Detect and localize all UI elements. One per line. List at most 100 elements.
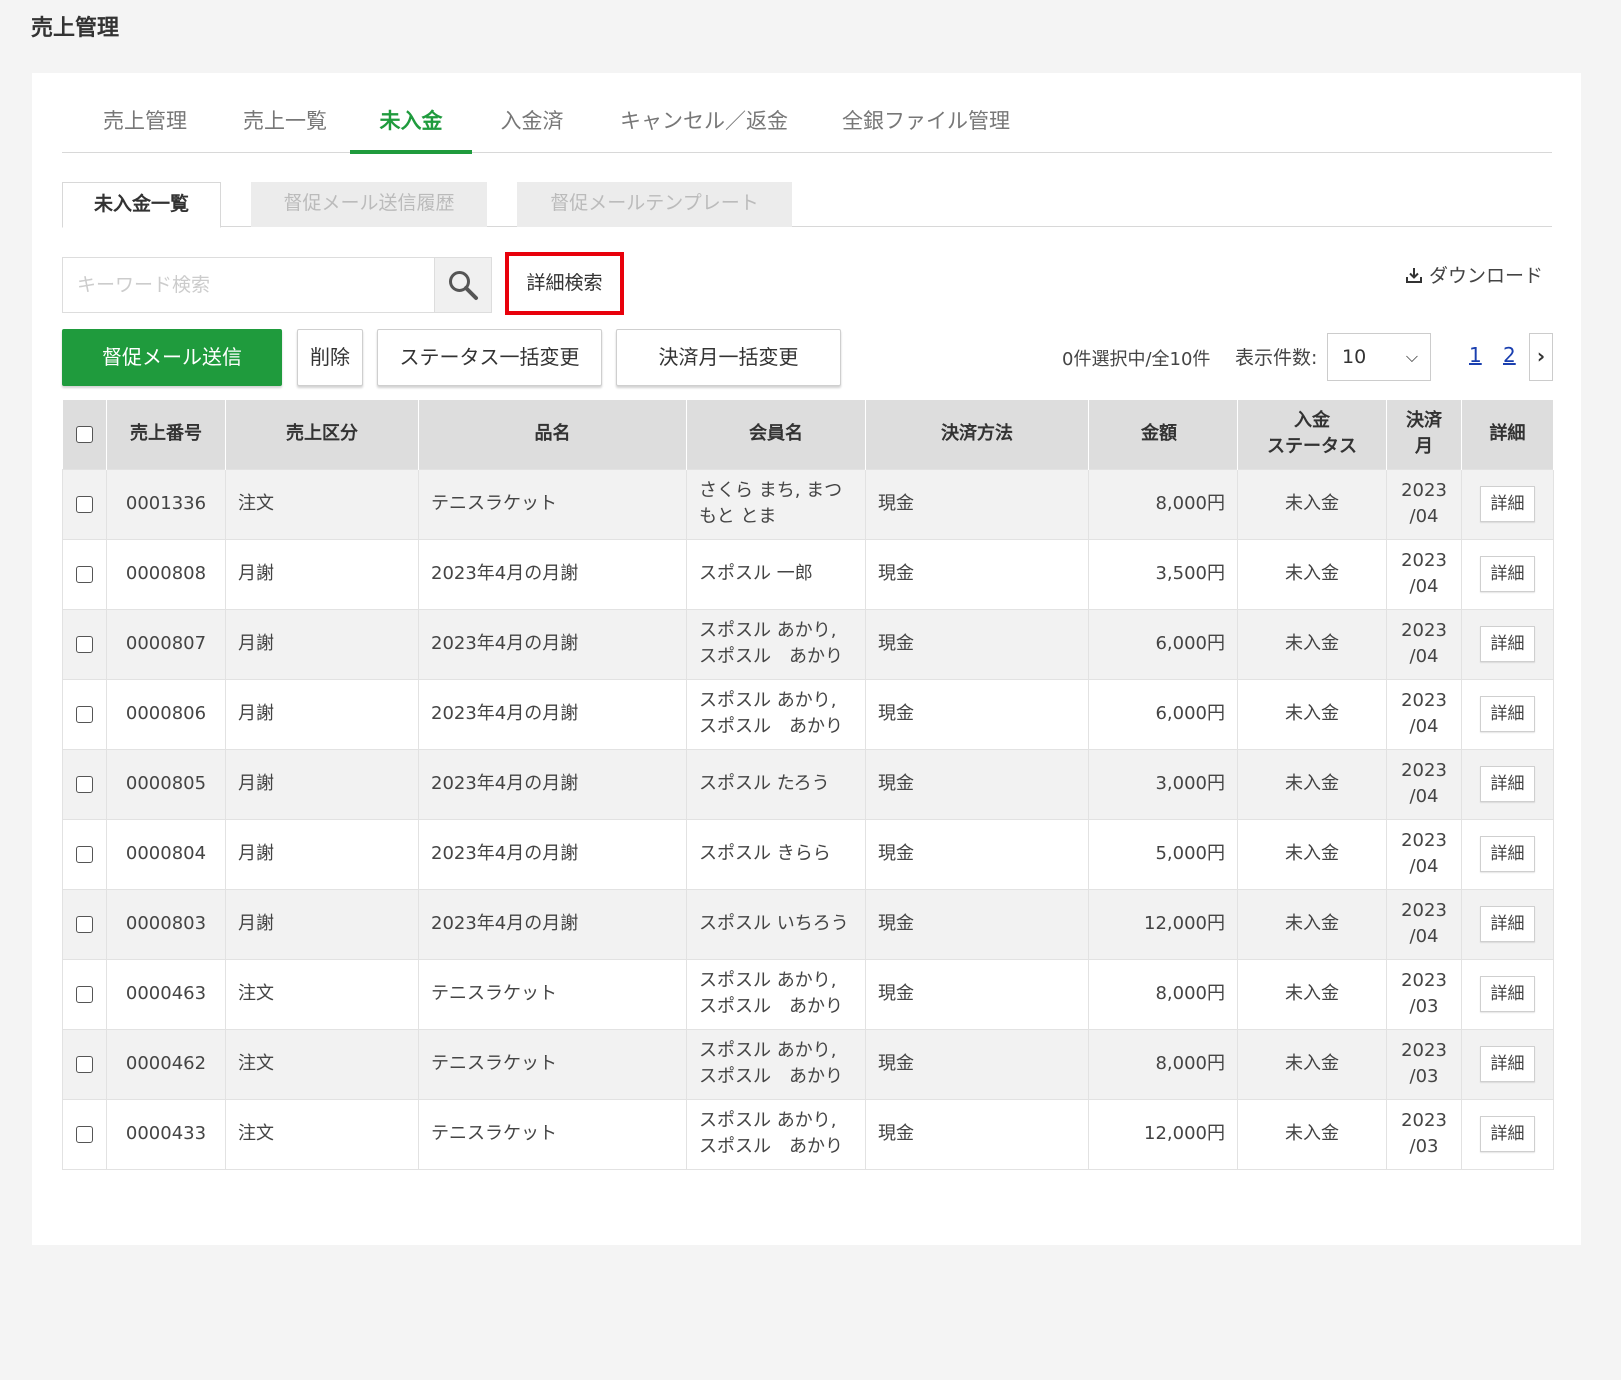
- next-page-button[interactable]: ›: [1529, 333, 1553, 381]
- row-checkbox[interactable]: [76, 705, 93, 723]
- select-all-cell: [62, 400, 107, 469]
- row-checkbox[interactable]: [76, 495, 93, 513]
- page-link-2[interactable]: 2: [1503, 343, 1516, 367]
- header-status[interactable]: 入金 ステータス: [1237, 400, 1387, 469]
- main-panel: 売上管理 売上一覧 未入金 入金済 キャンセル／返金 全銀ファイル管理 未入金一…: [32, 73, 1581, 1245]
- member-cell[interactable]: スポスル たろう: [686, 748, 866, 820]
- row-checkbox[interactable]: [76, 985, 93, 1003]
- tab-sales-list[interactable]: 売上一覧: [230, 109, 340, 153]
- member-name-line1[interactable]: スポスル 一郎: [699, 563, 813, 584]
- header-sales-no[interactable]: 売上番号: [106, 400, 226, 469]
- row-checkbox[interactable]: [76, 845, 93, 863]
- amount-cell: 6,000円: [1088, 608, 1238, 680]
- item-cell: 2023年4月の月謝: [418, 538, 687, 610]
- detail-cell: 詳細: [1461, 818, 1554, 890]
- per-page-select[interactable]: 10 ⌵: [1327, 333, 1431, 381]
- member-name-line1[interactable]: スポスル あかり,: [699, 690, 836, 711]
- delete-button[interactable]: 削除: [297, 329, 363, 386]
- category-cell: 月謝: [225, 678, 419, 750]
- table-row: 0001336 注文 テニスラケット さくら まち, まつ もと とま 現金 8,000円未…: [62, 468, 1554, 540]
- header-category[interactable]: 売上区分: [225, 400, 419, 469]
- month-cell: 2023/04: [1386, 468, 1462, 540]
- member-cell[interactable]: スポスル あかり, スポスル あかり: [686, 678, 866, 750]
- tab-paid[interactable]: 入金済: [492, 109, 572, 153]
- advanced-search-button[interactable]: 詳細検索: [505, 252, 624, 315]
- month-year: 2023: [1401, 620, 1447, 641]
- row-checkbox[interactable]: [76, 1125, 93, 1143]
- member-name-line2[interactable]: スポスル あかり: [699, 716, 843, 737]
- detail-button[interactable]: 詳細: [1480, 836, 1535, 872]
- bulk-month-change-button[interactable]: 決済月一括変更: [616, 329, 841, 386]
- subtab-reminder-template[interactable]: 督促メールテンプレート: [517, 182, 792, 227]
- tab-cancel-refund[interactable]: キャンセル／返金: [614, 109, 794, 153]
- month-month: /03: [1409, 1136, 1439, 1157]
- header-month-line2: 月: [1415, 436, 1433, 458]
- member-name-line2[interactable]: スポスル あかり: [699, 1066, 843, 1087]
- amount-cell: 8,000円: [1088, 958, 1238, 1030]
- detail-button[interactable]: 詳細: [1480, 1046, 1535, 1082]
- member-name-line1[interactable]: スポスル いちろう: [699, 913, 849, 934]
- header-month[interactable]: 決済月: [1386, 400, 1462, 469]
- row-checkbox[interactable]: [76, 635, 93, 653]
- member-name-line1[interactable]: スポスル あかり,: [699, 1110, 836, 1131]
- member-name-line2[interactable]: もと とま: [699, 506, 776, 527]
- member-name-line2[interactable]: スポスル あかり: [699, 646, 843, 667]
- detail-button[interactable]: 詳細: [1480, 556, 1535, 592]
- member-cell[interactable]: さくら まち, まつ もと とま: [686, 468, 866, 540]
- row-select-cell: [62, 1098, 107, 1170]
- row-checkbox[interactable]: [76, 565, 93, 583]
- payment-cell: 現金: [865, 1028, 1089, 1100]
- member-name-line1[interactable]: スポスル あかり,: [699, 1040, 836, 1061]
- member-cell[interactable]: スポスル あかり, スポスル あかり: [686, 1028, 866, 1100]
- member-name-line1[interactable]: さくら まち, まつ: [699, 480, 842, 501]
- detail-button[interactable]: 詳細: [1480, 766, 1535, 802]
- send-reminder-button[interactable]: 督促メール送信: [62, 329, 282, 386]
- header-item[interactable]: 品名: [418, 400, 687, 469]
- member-cell[interactable]: スポスル あかり, スポスル あかり: [686, 958, 866, 1030]
- member-name-line1[interactable]: スポスル あかり,: [699, 970, 836, 991]
- select-all-checkbox[interactable]: [75, 425, 93, 443]
- member-name-line2[interactable]: スポスル あかり: [699, 996, 843, 1017]
- member-cell[interactable]: スポスル あかり, スポスル あかり: [686, 1098, 866, 1170]
- header-payment[interactable]: 決済方法: [865, 400, 1089, 469]
- table-row: 0000804 月謝 2023年4月の月謝 スポスル きらら 現金 5,000円 未入金 20…: [62, 818, 1554, 890]
- row-checkbox[interactable]: [76, 915, 93, 933]
- month-year: 2023: [1401, 900, 1447, 921]
- bulk-status-change-button[interactable]: ステータス一括変更: [377, 329, 602, 386]
- detail-button[interactable]: 詳細: [1480, 1116, 1535, 1152]
- member-name-line1[interactable]: スポスル たろう: [699, 773, 830, 794]
- subtab-reminder-history[interactable]: 督促メール送信履歴: [251, 182, 487, 227]
- member-cell[interactable]: スポスル あかり, スポスル あかり: [686, 608, 866, 680]
- tab-unpaid[interactable]: 未入金: [350, 109, 472, 154]
- row-checkbox[interactable]: [76, 1055, 93, 1073]
- page-link-1[interactable]: 1: [1469, 343, 1482, 367]
- chevron-down-icon: ⌵: [1405, 347, 1418, 366]
- subtab-unpaid-list[interactable]: 未入金一覧: [62, 182, 221, 228]
- header-amount[interactable]: 金額: [1088, 400, 1238, 469]
- header-member[interactable]: 会員名: [686, 400, 866, 469]
- member-cell[interactable]: スポスル 一郎: [686, 538, 866, 610]
- status-cell: 未入金: [1237, 608, 1387, 680]
- detail-button[interactable]: 詳細: [1480, 696, 1535, 732]
- payment-cell: 現金: [865, 888, 1089, 960]
- detail-button[interactable]: 詳細: [1480, 906, 1535, 942]
- search-button[interactable]: [434, 258, 491, 312]
- detail-button[interactable]: 詳細: [1480, 486, 1535, 522]
- member-cell[interactable]: スポスル きらら: [686, 818, 866, 890]
- header-month-line1: 決済: [1406, 410, 1442, 432]
- month-month: /03: [1409, 996, 1439, 1017]
- sales-no-cell: 0000806: [106, 678, 226, 750]
- search-input[interactable]: [63, 258, 433, 312]
- member-name-line2[interactable]: スポスル あかり: [699, 1136, 843, 1157]
- download-button[interactable]: ダウンロード: [1405, 261, 1543, 288]
- tab-zengin-files[interactable]: 全銀ファイル管理: [836, 109, 1016, 153]
- detail-button[interactable]: 詳細: [1480, 626, 1535, 662]
- tab-sales-management[interactable]: 売上管理: [90, 109, 200, 153]
- detail-button[interactable]: 詳細: [1480, 976, 1535, 1012]
- member-name-line1[interactable]: スポスル あかり,: [699, 620, 836, 641]
- table-row: 0000806 月謝 2023年4月の月謝 スポスル あかり, スポスル あかり 現金 6,…: [62, 678, 1554, 750]
- member-cell[interactable]: スポスル いちろう: [686, 888, 866, 960]
- row-checkbox[interactable]: [76, 775, 93, 793]
- amount-cell: 12,000円: [1088, 888, 1238, 960]
- member-name-line1[interactable]: スポスル きらら: [699, 843, 831, 864]
